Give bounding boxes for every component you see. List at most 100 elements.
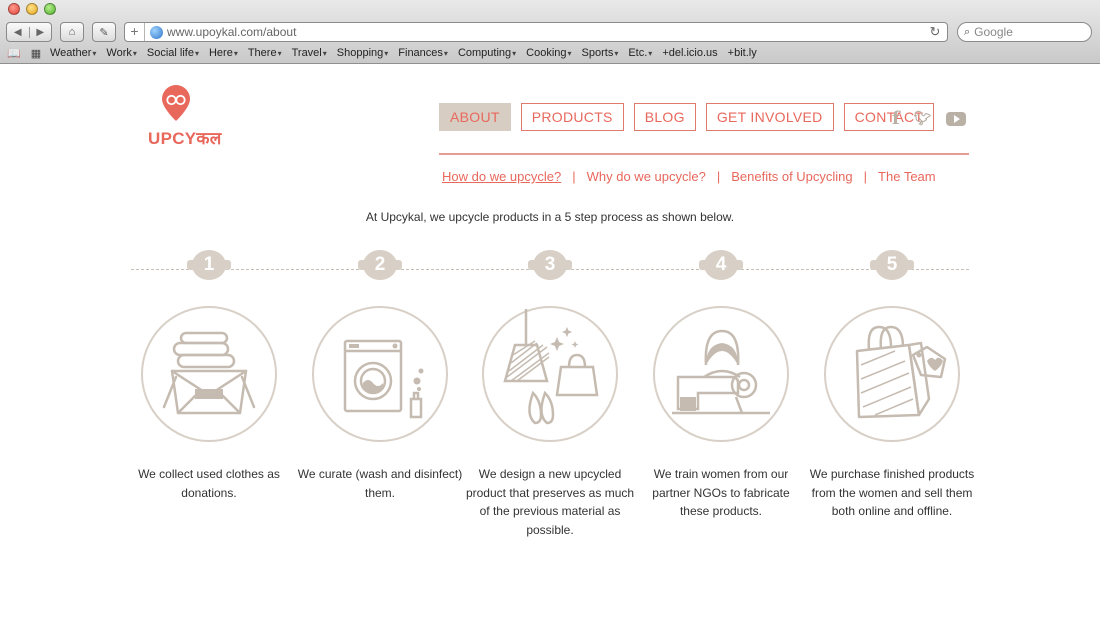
bookmark-label: Social life: [146, 47, 194, 59]
step-number-badge: 5: [870, 250, 914, 280]
chevron-down-icon: ▾: [92, 49, 97, 58]
chevron-down-icon: ▾: [567, 49, 572, 58]
step-description: We purchase finished products from the w…: [809, 467, 975, 518]
search-input[interactable]: [974, 25, 1075, 39]
shopping-bag-icon: [823, 305, 961, 443]
chevron-down-icon: ▾: [194, 49, 199, 58]
top-sites-grid-icon[interactable]: ▦: [28, 47, 44, 60]
clothes-basket-icon: [140, 305, 278, 443]
bookmark-item[interactable]: Weather▾: [50, 47, 96, 59]
nav-blog[interactable]: BLOG: [633, 103, 696, 131]
home-icon: ⌂: [68, 26, 76, 38]
bookmark-list: Weather▾ Work▾ Social life▾ Here▾ There▾ Trav…: [50, 47, 767, 59]
lamp-bag-shoes-icon: [481, 305, 619, 443]
subnav-separator: |: [716, 169, 721, 184]
step-number-badge: 1: [187, 250, 231, 280]
subnav-link[interactable]: Why do we upcycle?: [584, 169, 709, 184]
bookmark-label: There: [247, 47, 277, 59]
chevron-down-icon: ▾: [322, 49, 327, 58]
bookmark-label: +bit.ly: [727, 47, 757, 59]
chevron-down-icon: ▾: [614, 49, 619, 58]
step-description: We train women from our partner NGOs to …: [652, 467, 790, 518]
social-links: f 🐦︎: [892, 108, 966, 129]
bookmark-label: Finances: [398, 47, 443, 59]
nav-products[interactable]: PRODUCTS: [520, 103, 624, 131]
chevron-down-icon: ▾: [384, 49, 389, 58]
nav-get-involved[interactable]: GET INVOLVED: [705, 103, 834, 131]
youtube-icon[interactable]: [945, 111, 966, 126]
bookmark-item[interactable]: Etc.▾: [628, 47, 652, 59]
search-box[interactable]: ⌕: [957, 22, 1092, 42]
globe-icon: [150, 25, 163, 39]
chevron-down-icon: ▾: [512, 49, 517, 58]
bookmark-label: +del.icio.us: [662, 47, 718, 59]
bookmark-item[interactable]: Here▾: [209, 47, 238, 59]
step-description: We design a new upcycled product that pr…: [465, 467, 635, 537]
address-bar[interactable]: + www.upoykal.com/about ↻: [124, 22, 948, 42]
bookmark-item[interactable]: Computing▾: [458, 47, 516, 59]
nav-divider: [439, 153, 969, 155]
zoom-window-button[interactable]: [44, 3, 56, 15]
bookmark-label: Sports: [581, 47, 614, 59]
bookmark-label: Computing: [457, 47, 512, 59]
bookmark-label: Cooking: [526, 47, 567, 59]
reload-icon[interactable]: ↻: [927, 24, 943, 40]
chevron-down-icon: ▾: [132, 49, 137, 58]
bookmark-label: Travel: [291, 47, 322, 59]
main-navigation: ABOUT PRODUCTS BLOG GET INVOLVED CONTACT: [439, 103, 935, 131]
pencil-icon: ✎: [99, 26, 109, 39]
close-window-button[interactable]: [8, 3, 20, 15]
bookmark-label: Work: [106, 47, 132, 59]
forward-button[interactable]: ▶: [28, 26, 52, 38]
bookmark-item[interactable]: Shopping▾: [337, 47, 389, 59]
bookmark-item[interactable]: Finances▾: [398, 47, 448, 59]
chevron-down-icon: ▾: [648, 49, 653, 58]
bookmark-item[interactable]: Travel▾: [292, 47, 327, 59]
logo-icon[interactable]: [160, 84, 192, 122]
step-number-badge: 2: [358, 250, 402, 280]
add-bookmark-button[interactable]: +: [125, 23, 145, 41]
bookmark-item[interactable]: Social life▾: [147, 47, 199, 59]
reading-list-icon[interactable]: 📖: [6, 47, 22, 60]
url-text[interactable]: www.upoykal.com/about: [167, 25, 927, 39]
subnav-link[interactable]: How do we upcycle?: [439, 169, 564, 184]
bookmark-label: Etc.: [628, 47, 648, 59]
logo-wordmark[interactable]: UPCYकल: [148, 126, 222, 149]
woman-sewing-machine-icon: [652, 305, 790, 443]
bookmark-item[interactable]: +bit.ly: [728, 47, 757, 59]
edit-bookmark-button[interactable]: ✎: [92, 22, 116, 42]
nav-about[interactable]: ABOUT: [439, 103, 511, 131]
bookmark-item[interactable]: +del.icio.us: [662, 47, 717, 59]
bookmarks-bar: 📖 ▦ Weather▾ Work▾ Social life▾ Here▾ There▾…: [6, 45, 767, 61]
about-subnav: How do we upcycle? | Why do we upcycle? | Be…: [439, 169, 939, 184]
minimize-window-button[interactable]: [26, 3, 38, 15]
subnav-link[interactable]: Benefits of Upcycling: [728, 169, 855, 184]
chevron-down-icon: ▾: [233, 49, 238, 58]
bookmark-label: Here: [208, 47, 233, 59]
step-description: We collect used clothes as donations.: [138, 467, 280, 500]
subnav-separator: |: [572, 169, 576, 184]
subnav-separator: |: [863, 169, 868, 184]
bookmark-item[interactable]: Cooking▾: [526, 47, 571, 59]
step-description: We curate (wash and disinfect) them.: [297, 467, 463, 500]
home-button[interactable]: ⌂: [60, 22, 84, 42]
bookmark-label: Weather: [50, 47, 92, 59]
search-icon: ⌕: [964, 25, 971, 38]
bookmark-item[interactable]: Sports▾: [582, 47, 619, 59]
bookmark-item[interactable]: Work▾: [106, 47, 136, 59]
chevron-down-icon: ▾: [443, 49, 448, 58]
twitter-icon[interactable]: 🐦︎: [914, 110, 932, 127]
step-number-badge: 4: [699, 250, 743, 280]
browser-chrome: ◀ ▶ ⌂ ✎ + www.upoykal.com/about ↻ ⌕ 📖 ▦ …: [0, 0, 1100, 64]
history-nav: ◀ ▶: [6, 22, 52, 42]
intro-text: At Upcykal, we upcycle products in a 5 s…: [365, 210, 735, 224]
bookmark-item[interactable]: There▾: [248, 47, 282, 59]
back-button[interactable]: ◀: [7, 27, 29, 38]
facebook-icon[interactable]: f: [892, 108, 900, 129]
bookmark-label: Shopping: [336, 47, 384, 59]
subnav-link[interactable]: The Team: [875, 169, 939, 184]
step-number-badge: 3: [528, 250, 572, 280]
chevron-down-icon: ▾: [277, 49, 282, 58]
washing-machine-icon: [311, 305, 449, 443]
window-controls: [8, 3, 56, 15]
